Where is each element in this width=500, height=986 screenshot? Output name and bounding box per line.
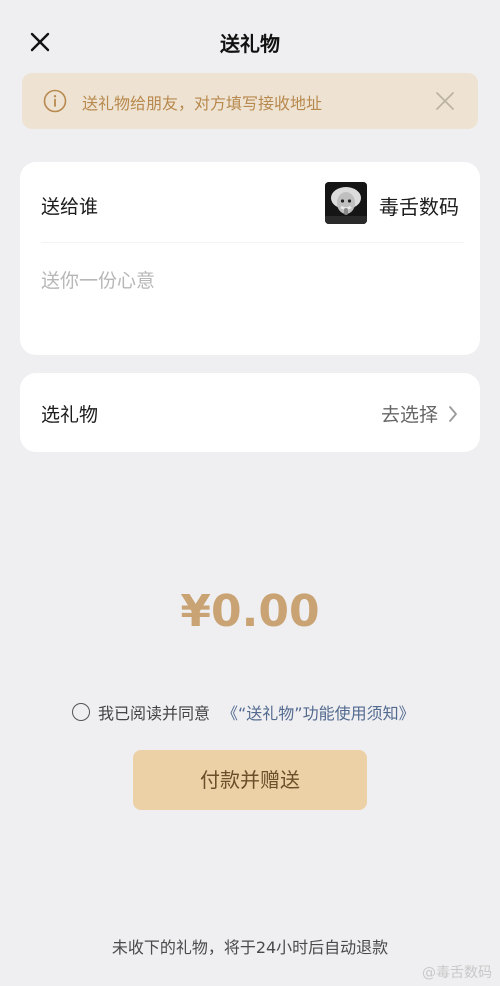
- message-input[interactable]: 送你一份心意: [41, 266, 155, 293]
- page-title: 送礼物: [220, 32, 280, 56]
- recipient-name[interactable]: 毒舌数码: [379, 191, 459, 220]
- gift-select-card[interactable]: 选礼物 去选择: [20, 373, 480, 452]
- top-bar: 送礼物: [0, 0, 500, 80]
- agreement-link[interactable]: 《“送礼物”功能使用须知》: [222, 700, 415, 724]
- divider: [41, 242, 464, 243]
- watermark: @毒舌数码: [422, 965, 492, 981]
- gift-label: 选礼物: [41, 404, 99, 426]
- chevron-right-icon: [449, 405, 457, 422]
- recipient-card: 送给谁 毒舌数码 送你一份心意: [20, 162, 480, 355]
- avatar-image: [325, 182, 367, 224]
- agreement-text: 我已阅读并同意: [98, 704, 211, 723]
- pay-and-send-button[interactable]: 付款并赠送: [133, 750, 367, 810]
- choose-gift-label: 去选择: [380, 404, 438, 426]
- agreement-row: 我已阅读并同意 《“送礼物”功能使用须知》: [72, 700, 415, 724]
- amount-display: ¥0.00: [180, 586, 320, 637]
- agreement-checkbox[interactable]: [72, 703, 90, 721]
- avatar[interactable]: [325, 182, 367, 224]
- recipient-label: 送给谁: [41, 196, 99, 218]
- notice-text: 送礼物给朋友，对方填写接收地址: [82, 94, 323, 113]
- info-icon: [43, 89, 67, 113]
- notice-banner: 送礼物给朋友，对方填写接收地址: [22, 73, 478, 129]
- choose-gift-link[interactable]: 去选择: [381, 400, 458, 427]
- refund-note: 未收下的礼物，将于24小时后自动退款: [111, 938, 389, 957]
- notice-close-icon[interactable]: [434, 90, 456, 112]
